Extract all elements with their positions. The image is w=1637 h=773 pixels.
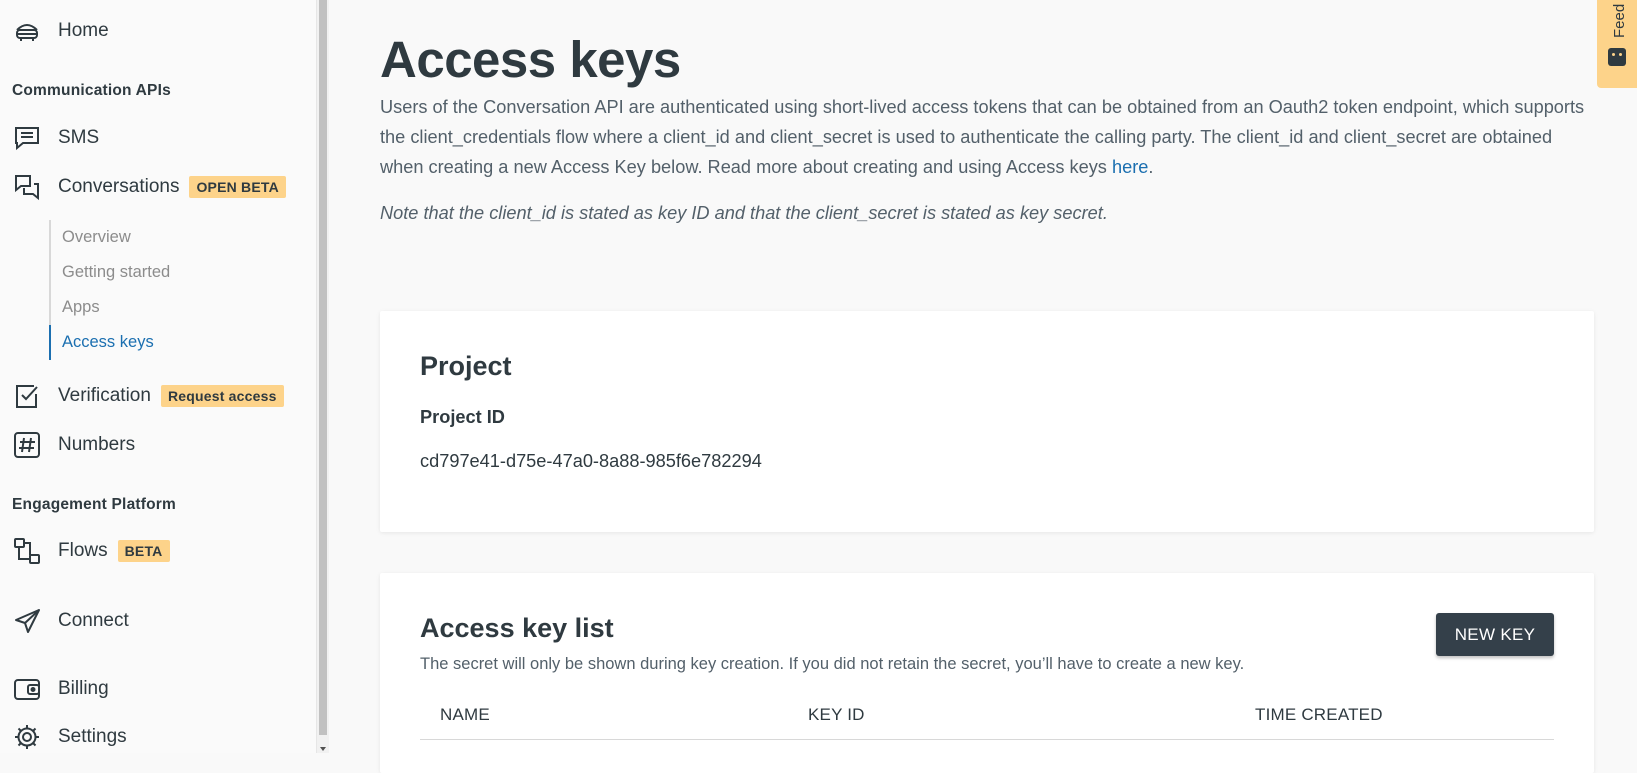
subnav-apps[interactable]: Apps [51,290,251,325]
sidebar-scrollbar[interactable] [316,0,329,753]
nav-billing-label: Billing [58,678,109,699]
project-id-value: cd797e41-d75e-47a0-8a88-985f6e782294 [420,451,762,471]
nav-conversations-label: Conversations [58,176,180,197]
scrollbar-thumb[interactable] [319,0,327,735]
intro-text: Users of the Conversation API are authen… [380,97,1585,177]
conversation-icon [12,172,42,202]
message-icon [12,123,42,153]
intro-end: . [1148,157,1154,177]
project-id-label: Project ID [420,407,505,427]
nav-home-label: Home [58,20,109,41]
section-communication-apis: Communication APIs [12,82,171,99]
feedback-label: Feedback [1611,4,1628,38]
subnav-overview[interactable]: Overview [51,220,251,255]
gear-icon [12,722,42,752]
access-key-list-card: Access key list The secret will only be … [380,573,1594,773]
access-key-list-description: The secret will only be shown during key… [420,655,1245,673]
request-access-badge[interactable]: Request access [160,385,284,407]
key-note: Note that the client_id is stated as key… [380,203,1108,223]
paper-plane-icon [12,606,42,636]
project-card: Project Project ID cd797e41-d75e-47a0-8a… [380,311,1594,532]
column-key-id[interactable]: KEY ID [808,705,865,725]
nav-conversations[interactable]: Conversations OPEN BETA [12,171,286,203]
flow-icon [12,536,42,566]
open-beta-badge: OPEN BETA [189,176,286,198]
read-more-link[interactable]: here [1112,157,1148,177]
sidebar: Home Communication APIs SMS Conversation… [0,0,316,753]
nav-flows[interactable]: Flows BETA [12,535,170,567]
section-engagement-platform: Engagement Platform [12,496,176,513]
wallet-icon [12,674,42,704]
feedback-tab[interactable]: Feedback [1597,0,1637,88]
project-heading: Project [420,351,512,381]
page-title: Access keys [380,31,681,88]
checkbox-icon [12,381,42,411]
nav-sms[interactable]: SMS [12,122,99,154]
conversations-subnav: Overview Getting started Apps Access key… [49,220,251,360]
subnav-getting-started[interactable]: Getting started [51,255,251,290]
nav-settings[interactable]: Settings [12,721,127,753]
nav-numbers[interactable]: Numbers [12,429,135,461]
subnav-access-keys[interactable]: Access keys [49,325,251,360]
scroll-down-arrow-icon[interactable] [320,747,326,751]
access-key-list-heading: Access key list [420,613,614,643]
nav-settings-label: Settings [58,726,127,747]
beta-badge: BETA [117,540,170,562]
nav-verification[interactable]: Verification Request access [12,380,284,412]
intro-paragraph: Users of the Conversation API are authen… [380,92,1590,182]
nav-home[interactable]: Home [12,15,109,47]
nav-sms-label: SMS [58,127,100,148]
nav-numbers-label: Numbers [58,434,136,455]
hash-icon [12,430,42,460]
new-key-button[interactable]: NEW KEY [1436,613,1554,656]
nav-verification-label: Verification [58,385,151,406]
nav-billing[interactable]: Billing [12,673,109,705]
feedback-face-icon [1608,48,1626,66]
table-header: NAME KEY ID TIME CREATED [420,687,1554,740]
column-name[interactable]: NAME [440,705,490,725]
home-icon [12,16,42,46]
nav-connect-label: Connect [58,610,129,631]
nav-connect[interactable]: Connect [12,605,129,637]
nav-flows-label: Flows [58,540,108,561]
column-time-created[interactable]: TIME CREATED [1255,705,1383,725]
